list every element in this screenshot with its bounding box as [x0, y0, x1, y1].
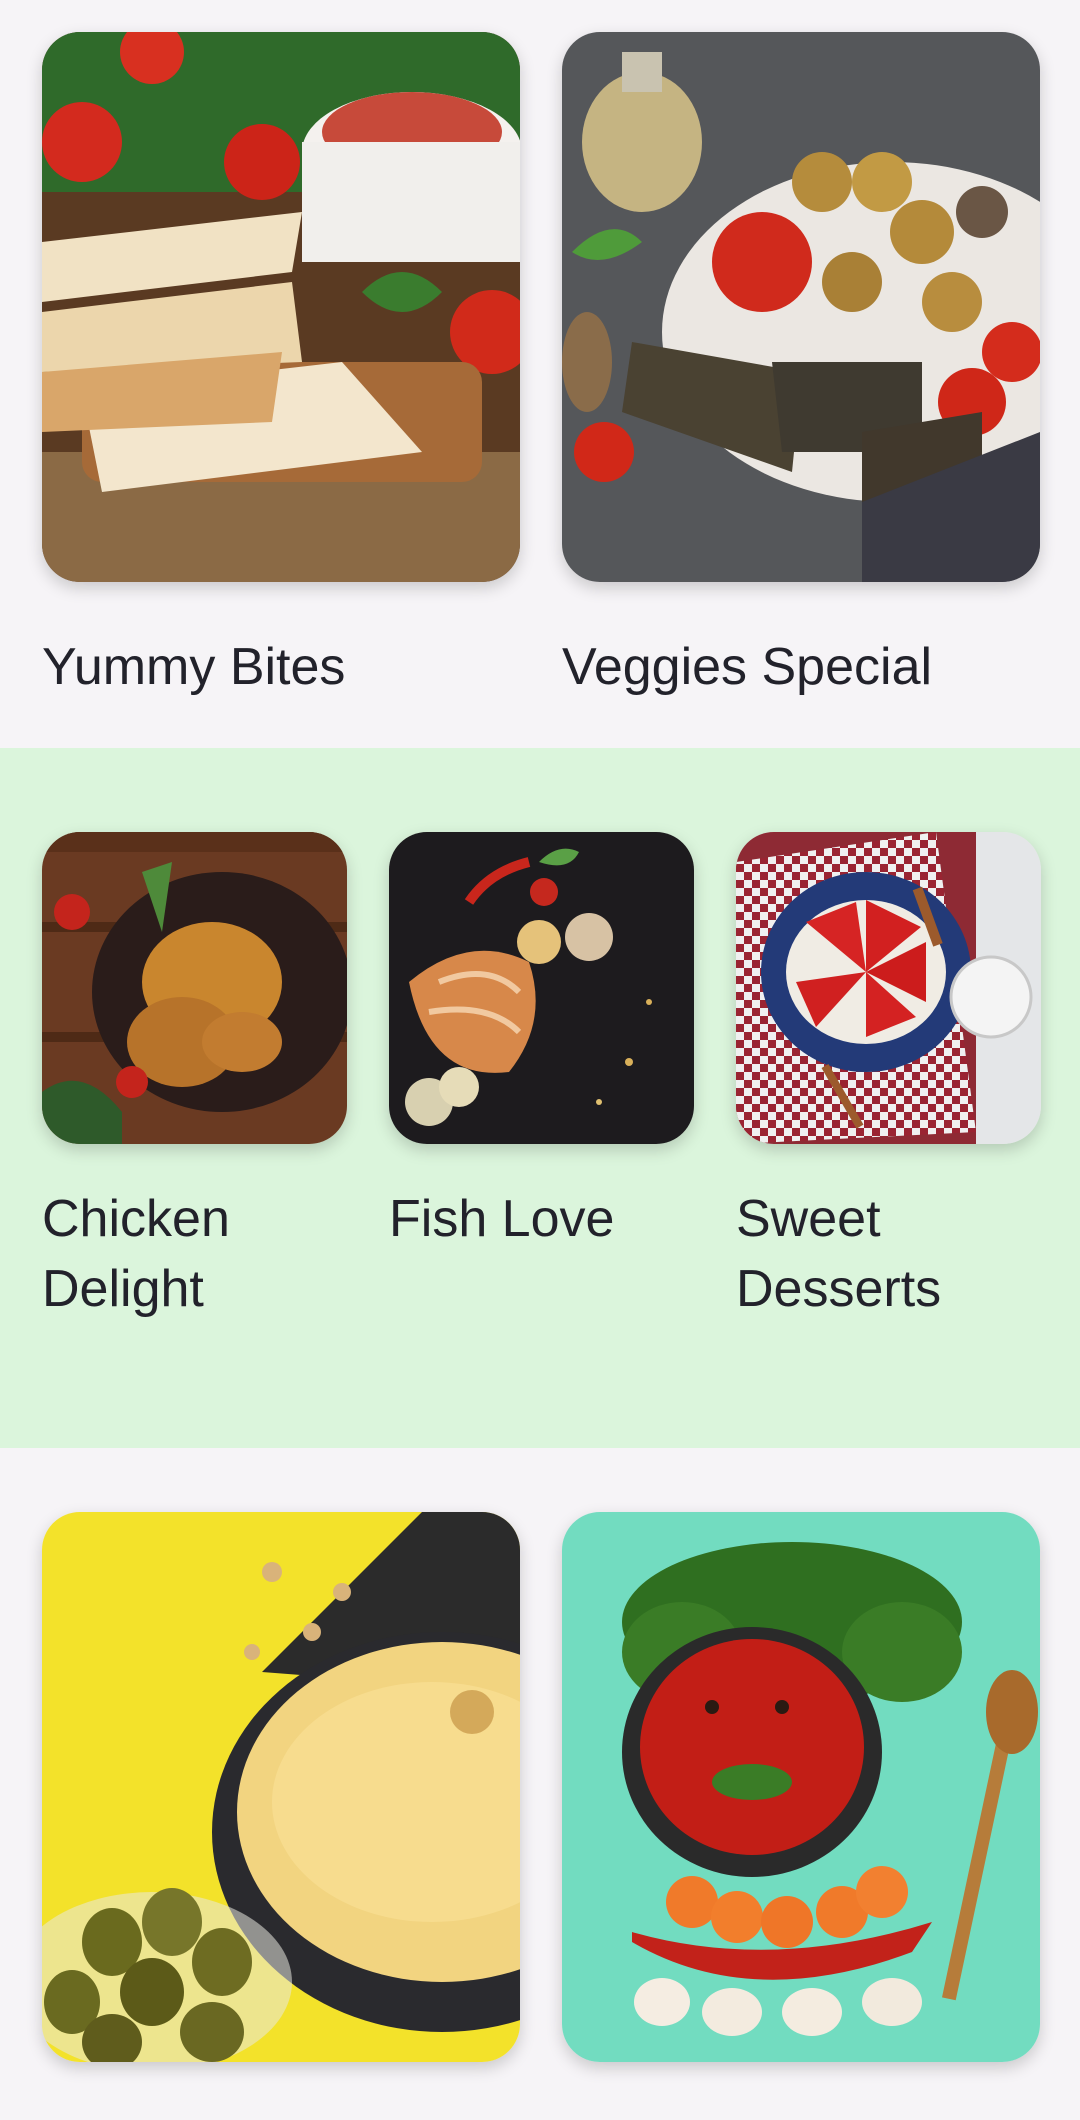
category-label: Fish Love	[389, 1190, 615, 1248]
category-label: Chicken Delight	[42, 1190, 230, 1318]
category-card-fish-love[interactable]: Fish Love	[389, 832, 694, 1352]
category-card-sweet-desserts[interactable]: Sweet Desserts	[736, 832, 1041, 1352]
hummus-olives-image	[42, 1512, 520, 2062]
category-label: Yummy Bites	[42, 638, 346, 696]
category-card-veggies-special[interactable]: Veggies Special	[562, 32, 1040, 712]
category-label: Sweet Desserts	[736, 1190, 942, 1318]
cheesecake-image	[736, 832, 1041, 1144]
category-row-highlighted: Chicken Delight Fish Love Sweet Desserts	[0, 748, 1080, 1448]
roast-chicken-image	[42, 832, 347, 1144]
category-row-large: Yummy Bites Veggies Special	[0, 0, 1080, 748]
grilled-salmon-image	[389, 832, 694, 1144]
quesadilla-image	[42, 32, 520, 582]
category-card-hummus[interactable]	[42, 1512, 520, 2072]
category-card-yummy-bites[interactable]: Yummy Bites	[42, 32, 520, 712]
category-card-soup[interactable]	[562, 1512, 1040, 2072]
grilled-vegetables-image	[562, 32, 1040, 582]
category-card-chicken-delight[interactable]: Chicken Delight	[42, 832, 347, 1352]
category-row-large	[0, 1448, 1080, 2120]
tomato-soup-image	[562, 1512, 1040, 2062]
category-label: Veggies Special	[562, 638, 933, 696]
